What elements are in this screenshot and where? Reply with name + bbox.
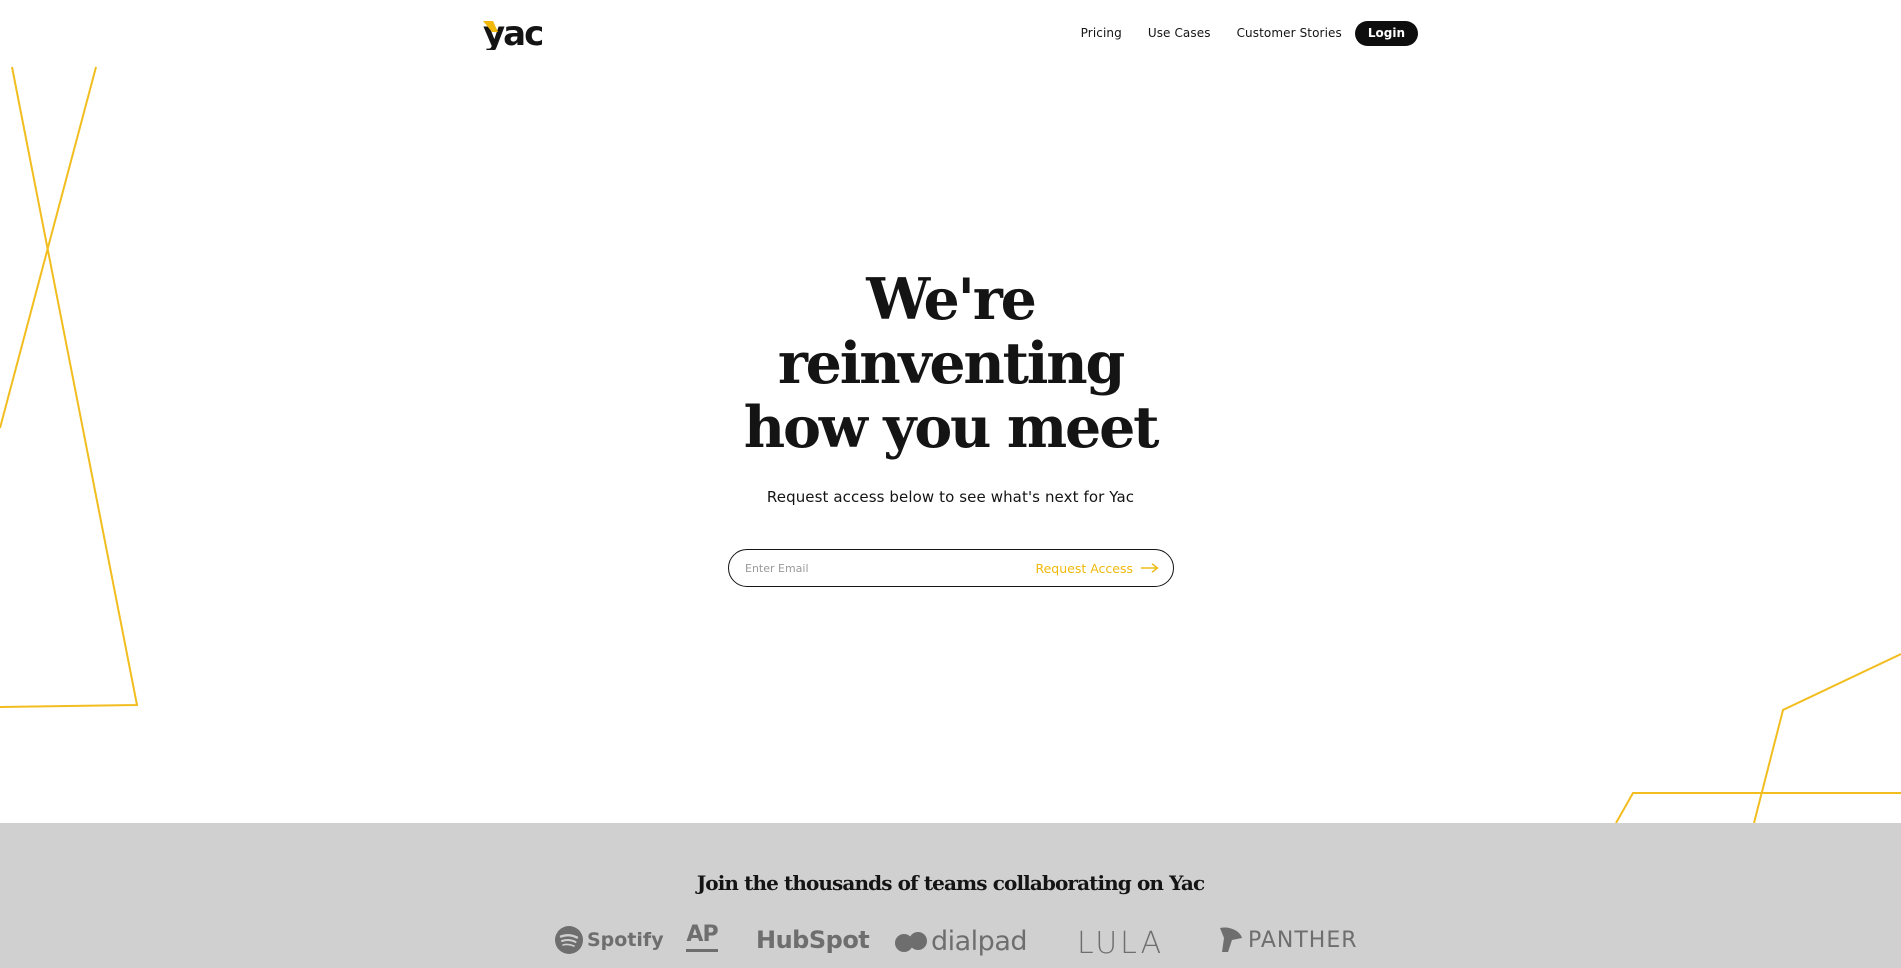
hubspot-name: HubSpot bbox=[756, 926, 870, 954]
dialpad-name: dialpad bbox=[931, 926, 1028, 957]
request-access-label: Request Access bbox=[1035, 560, 1133, 576]
customer-logos-title: Join the thousands of teams collaboratin… bbox=[696, 871, 1205, 895]
hero-title: We're reinventing how you meet bbox=[0, 268, 1901, 460]
dialpad-icon bbox=[895, 931, 927, 952]
panther-logo: PANTHER bbox=[1218, 926, 1358, 954]
spotify-name: Spotify bbox=[587, 929, 664, 951]
arrow-right-icon bbox=[1141, 563, 1159, 573]
ap-underline bbox=[686, 949, 718, 952]
hero-title-line-3: how you meet bbox=[743, 394, 1160, 461]
request-access-form: Request Access bbox=[728, 549, 1174, 587]
ap-logo: AP bbox=[686, 922, 719, 952]
top-nav: Pricing Use Cases Customer Stories Login bbox=[1081, 20, 1418, 46]
panther-icon bbox=[1220, 927, 1242, 952]
spotify-logo: Spotify bbox=[555, 926, 664, 954]
request-access-button[interactable]: Request Access bbox=[1035, 561, 1159, 576]
nav-pricing[interactable]: Pricing bbox=[1081, 26, 1122, 40]
email-input[interactable] bbox=[743, 560, 1036, 576]
customer-logos-section: Join the thousands of teams collaboratin… bbox=[0, 823, 1901, 968]
nav-customer-stories[interactable]: Customer Stories bbox=[1237, 26, 1342, 40]
hero-title-line-2: reinventing bbox=[777, 330, 1126, 397]
hubspot-logo: HubSpot bbox=[756, 926, 870, 954]
yac-logo[interactable]: yac bbox=[483, 16, 567, 50]
hero-subtitle: Request access below to see what's next … bbox=[766, 488, 1135, 506]
lula-logo: LULA bbox=[1077, 926, 1164, 961]
dialpad-logo: dialpad bbox=[894, 926, 1028, 957]
nav-use-cases[interactable]: Use Cases bbox=[1148, 26, 1211, 40]
login-button[interactable]: Login bbox=[1354, 20, 1418, 46]
ap-name: AP bbox=[686, 922, 718, 947]
spotify-icon bbox=[555, 926, 583, 954]
hero-title-line-1: We're bbox=[866, 266, 1037, 333]
panther-name: PANTHER bbox=[1248, 927, 1358, 953]
lula-name: LULA bbox=[1077, 926, 1165, 961]
